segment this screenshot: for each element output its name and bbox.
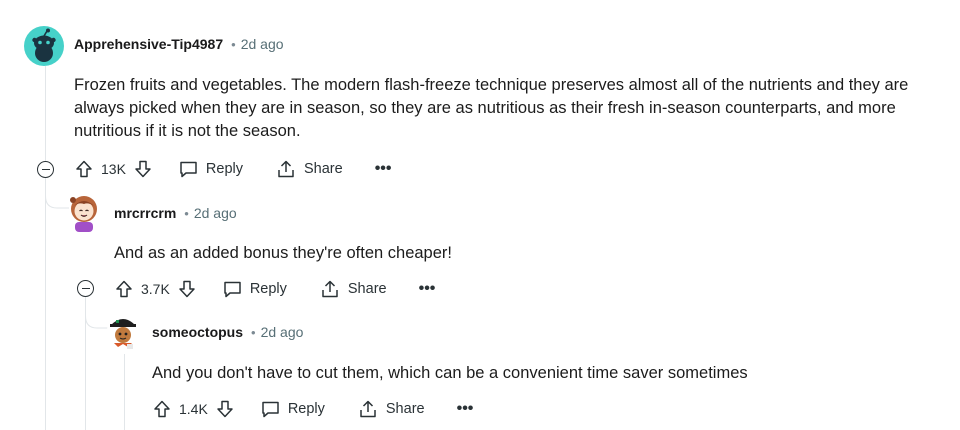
comment-actions: 1.4K Reply Share ••• [152,395,473,423]
upvote-icon[interactable] [152,399,172,419]
reply-button[interactable]: Reply [179,160,243,178]
share-label: Share [385,401,425,417]
comment-body: Frozen fruits and vegetables. The modern… [74,74,944,143]
reply-label: Reply [205,161,243,177]
profile-avatar-icon [70,196,97,232]
share-button[interactable]: Share [320,279,387,299]
meta-separator: • [251,324,256,340]
vote-count: 1.4K [179,401,208,417]
more-icon[interactable]: ••• [375,160,392,178]
comment-actions: 13K Reply Share ••• [74,155,392,183]
downvote-icon[interactable] [177,279,197,299]
timestamp[interactable]: 2d ago [241,36,284,52]
meta-separator: • [184,205,189,221]
thread-line-level-1[interactable] [45,66,46,430]
vote-group: 1.4K [152,399,235,419]
comment-body-line: And you don't have to cut them, which ca… [152,364,748,382]
vote-count: 13K [101,161,126,177]
vote-group: 13K [74,159,153,179]
upvote-icon[interactable] [74,159,94,179]
share-button[interactable]: Share [358,399,425,419]
comment-meta: Apprehensive-Tip4987 • 2d ago [74,36,284,52]
comment-body-line: Frozen fruits and vegetables. The modern… [74,76,909,94]
comment-meta: mrcrrcrm • 2d ago [114,205,237,221]
snoo-avatar-icon [32,28,56,62]
timestamp[interactable]: 2d ago [261,324,304,340]
collapse-icon[interactable] [37,161,54,178]
author-name[interactable]: Apprehensive-Tip4987 [74,36,223,52]
avatar[interactable] [104,311,142,351]
vote-count: 3.7K [141,281,170,297]
share-label: Share [304,161,343,177]
comment-body-line: nutritious if it is not the season. [74,122,301,140]
share-icon [322,280,338,298]
share-button[interactable]: Share [276,159,343,179]
comment-actions: 3.7K Reply Share ••• [114,275,435,303]
comment-body: And as an added bonus they're often chea… [114,242,934,265]
downvote-icon[interactable] [215,399,235,419]
vote-group: 3.7K [114,279,197,299]
more-icon[interactable]: ••• [457,400,474,418]
reply-label: Reply [287,401,325,417]
reply-button[interactable]: Reply [261,400,325,418]
share-label: Share [347,281,387,297]
comment-meta: someoctopus • 2d ago [152,324,303,340]
avatar[interactable] [24,26,64,66]
author-name[interactable]: mrcrrcrm [114,205,176,221]
reply-label: Reply [249,281,287,297]
thread-line-level-3[interactable] [124,354,125,430]
comment-body: And you don't have to cut them, which ca… [152,362,942,385]
avatar[interactable] [66,192,102,232]
reply-bubble-icon [262,401,279,418]
reply-bubble-icon [224,281,241,298]
share-icon [278,160,294,178]
octopus-avatar-icon [107,315,139,349]
upvote-icon[interactable] [114,279,134,299]
timestamp[interactable]: 2d ago [194,205,237,221]
reply-bubble-icon [180,161,197,178]
share-icon [360,400,376,418]
meta-separator: • [231,36,236,52]
comment-body-line: always picked when they are in season, s… [74,99,896,117]
reply-button[interactable]: Reply [223,280,287,298]
collapse-icon[interactable] [77,280,94,297]
more-icon[interactable]: ••• [419,280,436,298]
author-name[interactable]: someoctopus [152,324,243,340]
downvote-icon[interactable] [133,159,153,179]
comment-body-line: And as an added bonus they're often chea… [114,244,452,262]
